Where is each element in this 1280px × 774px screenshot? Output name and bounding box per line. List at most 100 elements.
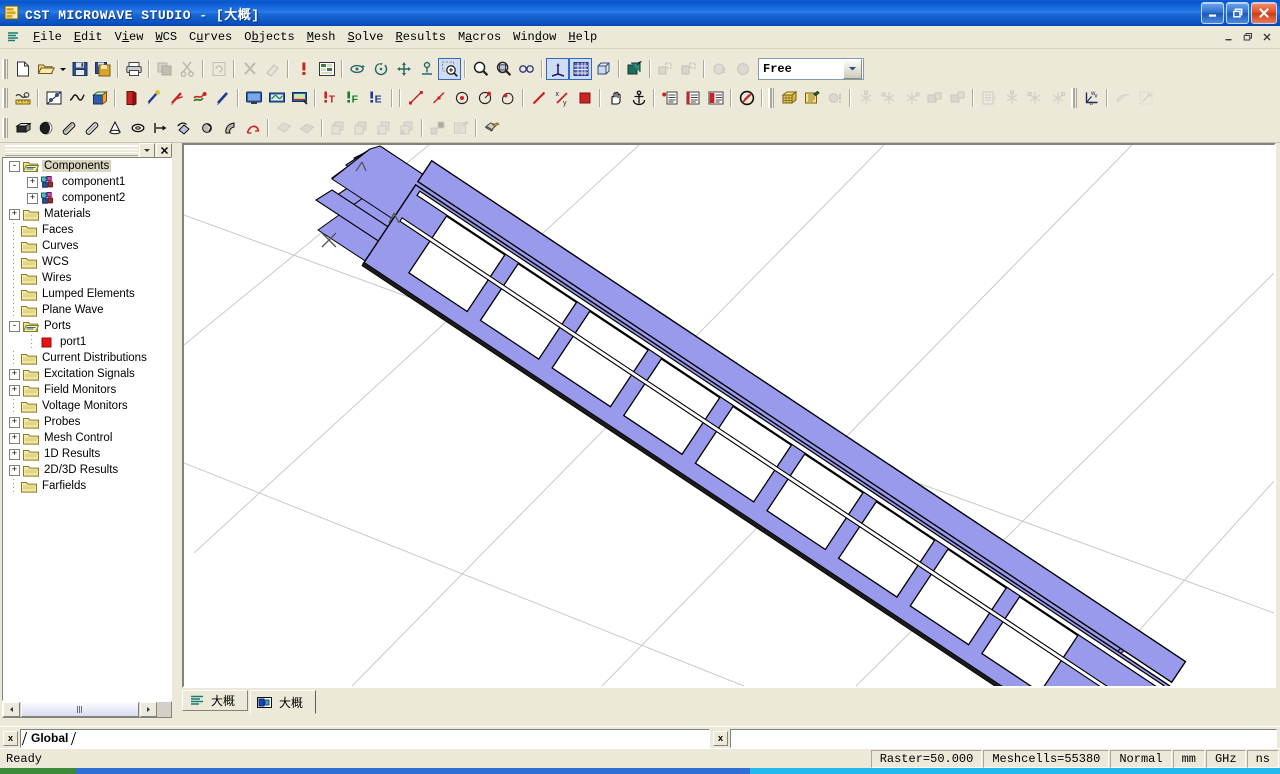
menu-window[interactable]: Window xyxy=(507,28,562,46)
3d-model-view[interactable] xyxy=(182,143,1276,688)
pick-point-icon[interactable] xyxy=(573,87,596,109)
print-icon[interactable] xyxy=(122,58,145,80)
zoom-in-icon[interactable] xyxy=(469,58,492,80)
tree-horizontal-scrollbar[interactable] xyxy=(2,701,172,718)
tree-item-plane-wave[interactable]: Plane Wave xyxy=(3,302,171,318)
toolbar-grip[interactable] xyxy=(2,88,8,108)
stereo-view-icon[interactable] xyxy=(515,58,538,80)
tree-item-excitation-signals[interactable]: + Excitation Signals xyxy=(3,366,171,382)
expand-icon[interactable]: + xyxy=(9,384,20,396)
global-tab[interactable]: Global xyxy=(21,731,75,745)
waveguide-port-icon[interactable] xyxy=(119,87,142,109)
pick-circle-icon[interactable] xyxy=(473,87,496,109)
open-file-icon[interactable] xyxy=(34,58,57,80)
menu-macros[interactable]: Macros xyxy=(452,28,507,46)
rotate-view-icon[interactable] xyxy=(346,58,369,80)
zoom-reset-icon[interactable] xyxy=(492,58,515,80)
tree-item-voltage-monitors[interactable]: Voltage Monitors xyxy=(3,398,171,414)
brick-icon[interactable] xyxy=(11,117,34,139)
boolean-insert-icon[interactable] xyxy=(395,117,418,139)
menu-help[interactable]: Help xyxy=(562,28,603,46)
minimize-button[interactable] xyxy=(1201,2,1224,24)
tree-item-2d-3d-results[interactable]: +2D/3D Results xyxy=(3,462,171,478)
expand-icon[interactable]: + xyxy=(9,432,20,444)
scroll-left-arrow-icon[interactable] xyxy=(3,702,20,717)
collapse-icon[interactable]: - xyxy=(9,320,20,332)
tree-item-component2[interactable]: + component2 xyxy=(3,190,171,206)
boolean-add-icon[interactable]: + xyxy=(326,117,349,139)
field-source-icon[interactable] xyxy=(188,87,211,109)
save-project-icon[interactable] xyxy=(91,58,114,80)
lumped-element-icon[interactable] xyxy=(211,87,234,109)
tree-item-farfields[interactable]: Farfields xyxy=(3,478,171,494)
bondwire-icon[interactable] xyxy=(241,117,264,139)
discrete-port-icon[interactable] xyxy=(142,87,165,109)
plane-wave-icon[interactable] xyxy=(165,87,188,109)
frequency-monitor-icon[interactable]: F xyxy=(342,87,365,109)
collapse-icon[interactable]: - xyxy=(9,160,20,172)
panel-drag-bar[interactable] xyxy=(5,144,138,156)
expand-icon[interactable]: + xyxy=(9,464,20,476)
tree-item-components[interactable]: - Components xyxy=(3,158,171,174)
mdi-restore-button[interactable] xyxy=(1239,29,1257,45)
axes-icon[interactable] xyxy=(546,57,569,80)
transform-icon[interactable] xyxy=(426,117,449,139)
sphere-icon[interactable] xyxy=(34,117,57,139)
cutplane-icon[interactable] xyxy=(623,58,646,80)
scrollbar-thumb[interactable] xyxy=(21,702,139,717)
mesh-properties-icon[interactable] xyxy=(800,87,823,109)
tree-item-probes[interactable]: + Probes xyxy=(3,414,171,430)
efield-monitor-icon[interactable]: E xyxy=(365,87,388,109)
boolean-intersect-icon[interactable]: x xyxy=(372,117,395,139)
zoom-scale-icon[interactable] xyxy=(415,58,438,80)
clear-picks-icon[interactable] xyxy=(735,87,758,109)
list-add-icon[interactable] xyxy=(658,87,681,109)
tree-item-curves[interactable]: Curves xyxy=(3,238,171,254)
mesh-list-icon[interactable] xyxy=(977,87,1000,109)
chevron-down-icon[interactable] xyxy=(843,58,862,79)
copy-view-icon[interactable] xyxy=(153,58,176,80)
scroll-right-arrow-icon[interactable] xyxy=(140,702,157,717)
close-icon[interactable] xyxy=(156,142,172,158)
torus-icon[interactable] xyxy=(126,117,149,139)
pick-face-icon[interactable] xyxy=(496,87,519,109)
wcs-ratio-icon[interactable]: x y xyxy=(550,87,573,109)
mesh-refine-icon[interactable] xyxy=(877,87,900,109)
boundary-conditions-icon[interactable] xyxy=(88,87,111,109)
loft-icon[interactable] xyxy=(195,117,218,139)
panel-splitter[interactable] xyxy=(174,143,180,716)
tree-item-port1[interactable]: port1 xyxy=(3,334,171,350)
tree-item-component1[interactable]: + component1 xyxy=(3,174,171,190)
menu-curves[interactable]: Curves xyxy=(183,28,238,46)
boolean-subtract-icon[interactable]: − xyxy=(349,117,372,139)
cut-icon[interactable] xyxy=(176,58,199,80)
mesh-edit2-icon[interactable] xyxy=(1023,87,1046,109)
open-dropdown-icon[interactable] xyxy=(57,58,68,80)
cover-curve-icon[interactable] xyxy=(295,117,318,139)
frequency-range-icon[interactable] xyxy=(65,87,88,109)
align-wcs-icon[interactable] xyxy=(527,87,550,109)
time-monitor-icon[interactable]: T xyxy=(319,87,342,109)
rotate-shape-icon[interactable] xyxy=(172,117,195,139)
parameter-list-icon[interactable] xyxy=(315,58,338,80)
eigenmode-solver-icon[interactable] xyxy=(288,87,311,109)
chevron-down-icon[interactable] xyxy=(139,142,155,158)
trace-icon[interactable] xyxy=(218,117,241,139)
mdi-close-button[interactable] xyxy=(1258,29,1276,45)
menu-view[interactable]: View xyxy=(109,28,150,46)
curve-extrude-icon[interactable] xyxy=(1134,87,1157,109)
mesh-view-icon[interactable] xyxy=(777,87,800,109)
group-icon[interactable] xyxy=(654,58,677,80)
expand-icon[interactable]: + xyxy=(27,192,38,204)
transient-solver-icon[interactable] xyxy=(242,87,265,109)
restore-button[interactable] xyxy=(1226,2,1249,24)
expand-icon[interactable]: + xyxy=(9,448,20,460)
tree-item-faces[interactable]: Faces xyxy=(3,222,171,238)
tree-item-field-monitors[interactable]: + Field Monitors xyxy=(3,382,171,398)
list-show-icon[interactable] xyxy=(681,87,704,109)
toolbar-grip[interactable] xyxy=(2,117,8,138)
tree-item-mesh-control[interactable]: + Mesh Control xyxy=(3,430,171,446)
mesh-group-icon[interactable] xyxy=(900,87,923,109)
tree-item-wcs[interactable]: WCS xyxy=(3,254,171,270)
expand-icon[interactable]: + xyxy=(9,208,20,220)
